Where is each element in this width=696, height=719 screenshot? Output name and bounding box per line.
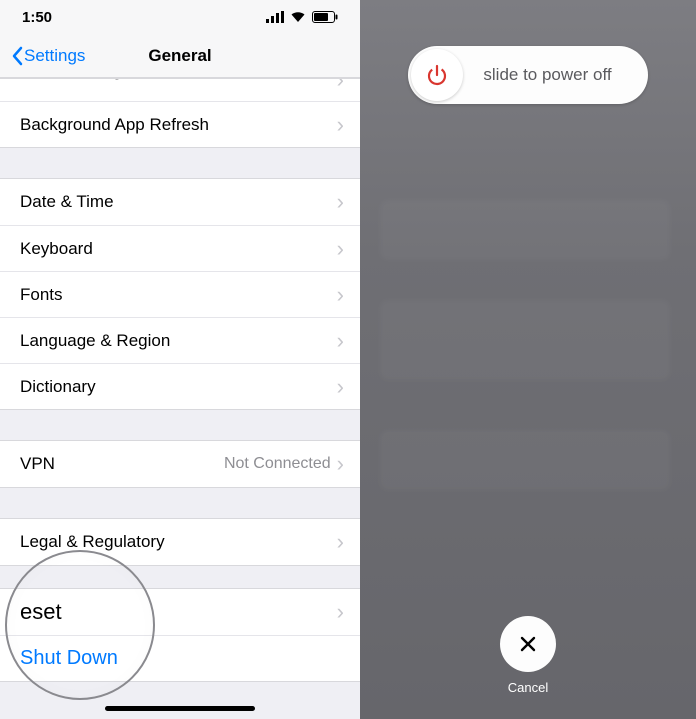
status-right bbox=[266, 11, 338, 23]
row-label: Keyboard bbox=[20, 239, 337, 259]
row-iphone-storage[interactable]: iPhone Storage › bbox=[0, 79, 360, 101]
chevron-right-icon: › bbox=[337, 238, 344, 260]
row-vpn[interactable]: VPN Not Connected › bbox=[0, 441, 360, 487]
list-group-general: Date & Time › Keyboard › Fonts › Languag… bbox=[0, 178, 360, 410]
list-group-legal: Legal & Regulatory › bbox=[0, 518, 360, 566]
chevron-left-icon bbox=[10, 46, 24, 66]
chevron-right-icon: › bbox=[337, 284, 344, 306]
list-group-storage: iPhone Storage › Background App Refresh … bbox=[0, 78, 360, 148]
row-label: Date & Time bbox=[20, 192, 337, 212]
power-knob[interactable] bbox=[411, 49, 463, 101]
signal-icon bbox=[266, 11, 284, 23]
back-button[interactable]: Settings bbox=[0, 46, 85, 66]
power-off-screen: slide to power off Cancel bbox=[360, 0, 696, 719]
home-indicator[interactable] bbox=[105, 706, 255, 711]
cancel-label: Cancel bbox=[500, 680, 556, 695]
row-label: eset bbox=[20, 599, 337, 625]
chevron-right-icon: › bbox=[337, 330, 344, 352]
chevron-right-icon: › bbox=[337, 453, 344, 475]
row-detail: Not Connected bbox=[224, 455, 331, 473]
power-off-slider[interactable]: slide to power off bbox=[408, 46, 648, 104]
chevron-right-icon: › bbox=[337, 79, 344, 91]
row-label: Legal & Regulatory bbox=[20, 532, 337, 552]
chevron-right-icon: › bbox=[337, 531, 344, 553]
back-label: Settings bbox=[24, 46, 85, 66]
chevron-right-icon: › bbox=[337, 114, 344, 136]
row-legal-regulatory[interactable]: Legal & Regulatory › bbox=[0, 519, 360, 565]
list-group-reset: eset › Shut Down bbox=[0, 588, 360, 682]
status-bar: 1:50 bbox=[0, 0, 360, 34]
row-fonts[interactable]: Fonts › bbox=[0, 271, 360, 317]
row-label: Language & Region bbox=[20, 331, 337, 351]
row-shut-down[interactable]: Shut Down bbox=[0, 635, 360, 681]
status-time: 1:50 bbox=[22, 9, 52, 26]
row-date-time[interactable]: Date & Time › bbox=[0, 179, 360, 225]
wifi-icon bbox=[290, 11, 306, 23]
row-label: VPN bbox=[20, 454, 224, 474]
row-language-region[interactable]: Language & Region › bbox=[0, 317, 360, 363]
row-label: Fonts bbox=[20, 285, 337, 305]
power-slider-label: slide to power off bbox=[463, 65, 648, 85]
list-group-vpn: VPN Not Connected › bbox=[0, 440, 360, 488]
row-background-app-refresh[interactable]: Background App Refresh › bbox=[0, 101, 360, 147]
row-label: Shut Down bbox=[20, 647, 344, 670]
chevron-right-icon: › bbox=[337, 376, 344, 398]
nav-bar: Settings General bbox=[0, 34, 360, 78]
cancel-area: Cancel bbox=[500, 616, 556, 695]
row-label: Background App Refresh bbox=[20, 115, 337, 135]
row-keyboard[interactable]: Keyboard › bbox=[0, 225, 360, 271]
settings-general-screen: 1:50 Settings General iPhone Storage › bbox=[0, 0, 360, 719]
power-icon bbox=[424, 62, 450, 88]
battery-icon bbox=[312, 11, 338, 23]
row-label: Dictionary bbox=[20, 377, 337, 397]
close-icon bbox=[518, 634, 538, 654]
chevron-right-icon: › bbox=[337, 191, 344, 213]
row-reset[interactable]: eset › bbox=[0, 589, 360, 635]
row-label: iPhone Storage bbox=[20, 79, 337, 81]
cancel-button[interactable] bbox=[500, 616, 556, 672]
row-dictionary[interactable]: Dictionary › bbox=[0, 363, 360, 409]
chevron-right-icon: › bbox=[337, 601, 344, 623]
